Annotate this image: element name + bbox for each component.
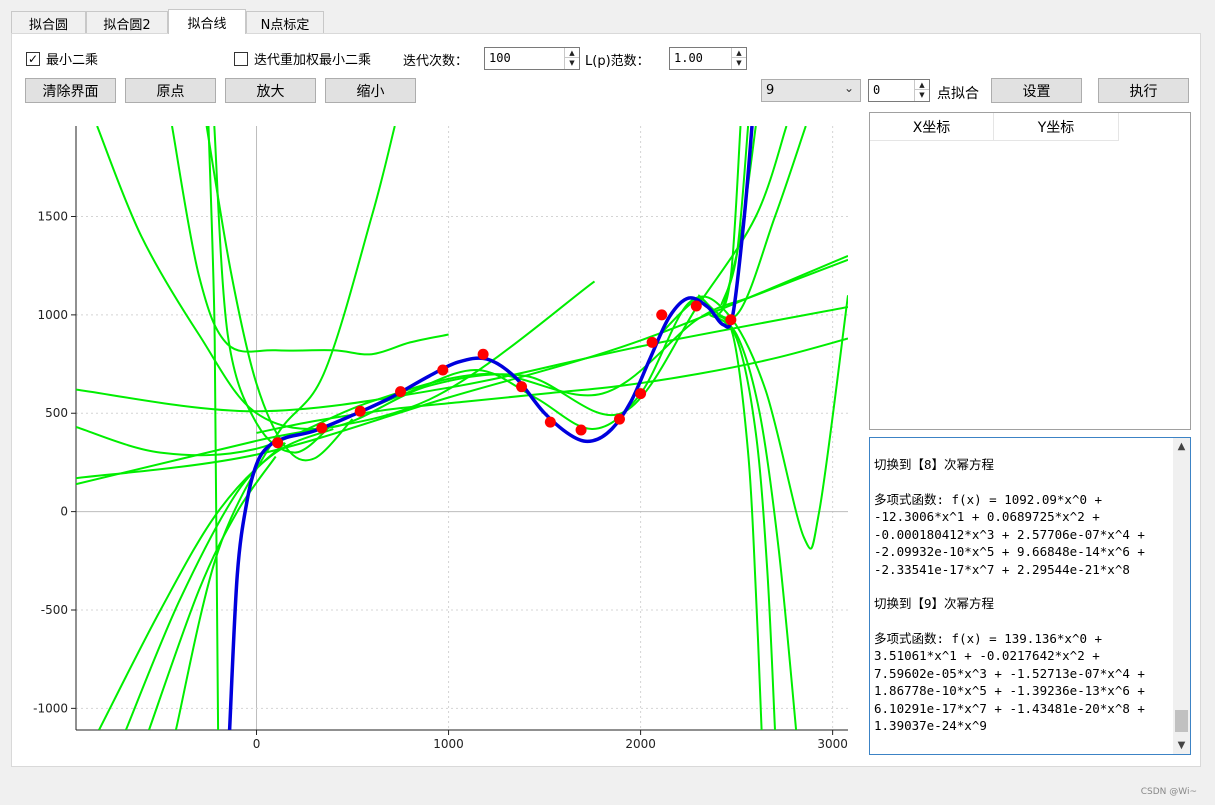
settings-button[interactable]: 设置 [991,78,1082,103]
log-line: 1.39037e-24*x^9 [874,718,987,733]
scroll-up-icon[interactable]: ▲ [1173,438,1190,455]
watermark: CSDN @Wi~ [1140,787,1197,797]
data-point [656,309,668,321]
candidate-fit-curve [213,126,334,454]
column-header-y[interactable]: Y坐标 [994,113,1119,141]
candidate-fit-curve [76,280,596,486]
x-tick-label: 1000 [433,737,464,751]
tab-content-panel: ✓ 最小二乘 迭代重加权最小二乘 迭代次数： 100 ▲ ▼ L(p)范数： 1.… [11,33,1201,767]
y-tick-label: -500 [41,603,68,617]
data-point [575,424,587,436]
scroll-down-icon[interactable]: ▼ [1173,737,1190,754]
execute-button[interactable]: 执行 [1098,78,1189,103]
y-tick-label: 1500 [37,210,68,224]
data-point [395,386,407,398]
data-point [316,422,328,434]
log-text: 切换到【8】次幂方程多项式函数: f(x) = 1092.09*x^0 + -12… [874,456,1172,735]
log-line: 多项式函数: f(x) = 139.136*x^0 + [874,630,1103,646]
data-point [354,405,366,417]
log-line: -2.33541e-17*x^7 + 2.29544e-21*x^8 [874,561,1130,577]
y-tick-label: -1000 [33,701,68,715]
x-tick-label: 2000 [625,737,656,751]
data-point [437,364,449,376]
candidate-fit-curve [96,126,788,430]
data-point [613,413,625,425]
data-point [690,300,702,312]
log-line: 切换到【9】次幂方程 [874,596,995,611]
x-tick-label: 0 [253,737,261,751]
tab-fit-line[interactable]: 拟合线 [168,9,246,34]
tab-fit-circle-2[interactable]: 拟合圆2 [86,11,168,34]
data-point [646,336,658,348]
point-count-value: 0 [873,83,881,97]
data-point [477,348,489,360]
data-point [544,416,556,428]
spin-up-icon[interactable]: ▲ [915,80,929,90]
data-point [516,381,528,393]
data-point [725,314,737,326]
fit-plot[interactable]: 0 1000 2000 3000 1500 1000 500 0 -500 -1000 [12,34,862,768]
y-tick-label: 0 [60,505,68,519]
y-tick-label: 500 [45,406,68,420]
log-line: -0.000180412*x^3 + 2.57706e-07*x^4 + [874,526,1145,542]
log-line [874,474,1172,491]
log-line [874,613,1172,630]
candidate-fit-curve [712,314,763,730]
log-line: 3.51061*x^1 + -0.0217642*x^2 + [874,648,1100,663]
tab-fit-circle[interactable]: 拟合圆 [11,11,86,34]
y-tick-label: 1000 [37,308,68,322]
log-scrollbar[interactable]: ▲ ▼ [1173,438,1190,754]
log-line: -12.3006*x^1 + 0.0689725*x^2 + [874,509,1100,524]
point-fit-label: 点拟合 [937,86,979,102]
candidate-fit-curve [76,258,848,457]
spin-down-icon[interactable]: ▼ [915,90,929,100]
points-table[interactable]: X坐标 Y坐标 [869,112,1191,430]
data-point [635,388,647,400]
candidate-fit-curve [711,314,776,730]
log-line: 切换到【8】次幂方程 [874,457,995,472]
log-line: 1.86778e-10*x^5 + -1.39236e-13*x^6 + [874,683,1145,698]
x-tick-label: 3000 [817,737,848,751]
log-line: 7.59602e-05*x^3 + -1.52713e-07*x^4 + [874,665,1145,681]
output-log[interactable]: 切换到【8】次幂方程多项式函数: f(x) = 1092.09*x^0 + -12… [869,437,1191,755]
log-line: 多项式函数: f(x) = 1092.09*x^0 + [874,491,1103,507]
log-line: -2.09932e-10*x^5 + 9.66848e-14*x^6 + [874,544,1145,559]
log-line: 6.10291e-17*x^7 + -1.43481e-20*x^8 + [874,700,1145,716]
tab-n-point-calibration[interactable]: N点标定 [246,11,324,34]
log-line [874,578,1172,595]
point-count-spinbox[interactable]: 0 ▲ ▼ [868,79,930,102]
column-header-x[interactable]: X坐标 [870,113,994,141]
candidate-fit-curve [124,442,287,730]
scroll-thumb[interactable] [1175,710,1188,732]
data-point [272,437,284,449]
